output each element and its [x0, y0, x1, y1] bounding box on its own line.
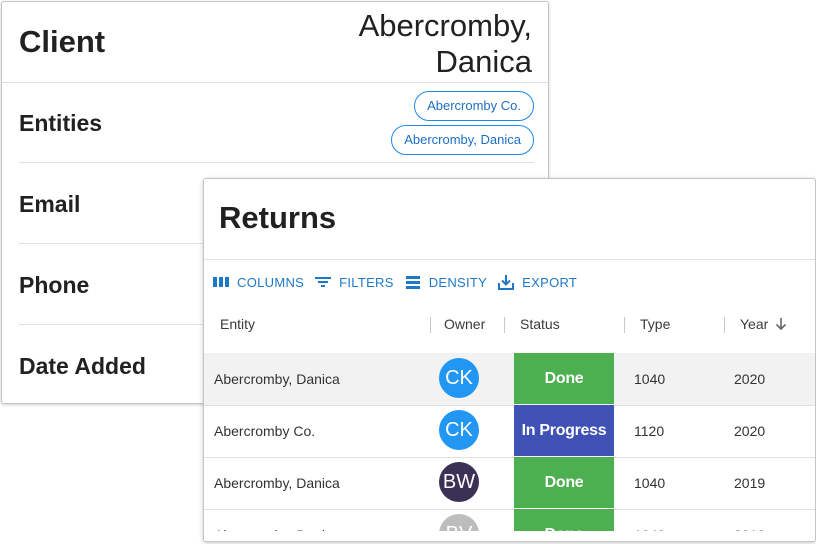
table-row[interactable]: Abercromby Co. CK In Progress 1120 2020	[204, 405, 815, 458]
client-header: Client Abercromby, Danica	[2, 2, 548, 83]
column-header-status[interactable]: Status	[520, 303, 560, 353]
avatar: CK	[439, 358, 479, 398]
table-row[interactable]: Abercromby, Danica BV Done 1040 2018	[204, 509, 815, 531]
returns-header: Returns	[204, 179, 815, 260]
density-button[interactable]: DENSITY	[404, 273, 487, 291]
column-separator[interactable]	[504, 317, 505, 333]
cell-type: 1040	[634, 475, 666, 491]
status-badge: Done	[514, 509, 614, 531]
client-row-entities: Entities Abercromby Co. Abercromby, Dani…	[19, 82, 534, 163]
status-badge: In Progress	[514, 405, 614, 456]
status-badge: Done	[514, 457, 614, 508]
table-row[interactable]: Abercromby, Danica BW Done 1040 2019	[204, 457, 815, 510]
avatar: BV	[439, 514, 479, 531]
cell-year: 2019	[734, 475, 766, 491]
entity-chip-abercromby-co[interactable]: Abercromby Co.	[414, 91, 534, 121]
status-badge: Done	[514, 353, 614, 404]
density-label: DENSITY	[428, 274, 488, 290]
cell-entity: Abercromby, Danica	[214, 371, 340, 387]
client-name-line2: Danica	[435, 44, 533, 79]
cell-entity: Abercromby Co.	[214, 423, 316, 439]
download-icon	[497, 273, 515, 291]
arrow-down-icon[interactable]	[774, 317, 788, 331]
column-header-owner[interactable]: Owner	[444, 303, 485, 353]
cell-type: 1120	[634, 423, 665, 439]
columns-label: COLUMNS	[237, 274, 305, 290]
cell-year: 2020	[734, 371, 766, 387]
cell-type: 1040	[634, 371, 666, 387]
column-header-year-label: Year	[740, 316, 769, 332]
filters-button[interactable]: FILTERS	[314, 273, 394, 291]
export-label: EXPORT	[522, 274, 578, 290]
filter-icon	[314, 273, 332, 291]
column-header-type[interactable]: Type	[640, 303, 670, 353]
columns-icon	[212, 273, 230, 291]
table-row[interactable]: Abercromby, Danica CK Done 1040 2020	[204, 353, 815, 406]
entity-chip-abercromby-danica[interactable]: Abercromby, Danica	[391, 125, 534, 155]
column-separator[interactable]	[430, 317, 431, 333]
cell-type: 1040	[634, 509, 665, 531]
export-button[interactable]: EXPORT	[497, 273, 577, 291]
column-separator[interactable]	[624, 317, 625, 333]
entities-label: Entities	[19, 110, 103, 136]
date-added-label: Date Added	[19, 353, 146, 379]
returns-title: Returns	[219, 200, 337, 235]
columns-button[interactable]: COLUMNS	[212, 273, 304, 291]
grid-body: Abercromby, Danica CK Done 1040 2020 Abe…	[204, 353, 815, 531]
column-header-year[interactable]: Year	[740, 303, 788, 353]
cell-entity: Abercromby, Danica	[214, 509, 340, 531]
avatar: CK	[439, 410, 479, 450]
grid-toolbar: COLUMNS FILTERS DENSITY EXPORT	[212, 271, 587, 293]
filters-label: FILTERS	[339, 274, 394, 290]
cell-entity: Abercromby, Danica	[214, 475, 340, 491]
cell-year: 2020	[734, 423, 766, 439]
phone-label: Phone	[19, 272, 90, 298]
column-header-entity[interactable]: Entity	[220, 303, 255, 353]
client-name-line1: Abercromby,	[358, 8, 532, 43]
column-separator[interactable]	[724, 317, 725, 333]
cell-year: 2018	[734, 509, 765, 531]
density-icon	[404, 273, 422, 291]
email-label: Email	[19, 191, 81, 217]
grid-header-row: Entity Owner Status Type Year	[204, 303, 815, 354]
client-name: Abercromby, Danica	[272, 8, 532, 80]
returns-card: Returns COLUMNS FILTERS DENSITY EXPORT E…	[203, 178, 816, 542]
avatar: BW	[439, 462, 479, 502]
client-title: Client	[19, 24, 106, 59]
